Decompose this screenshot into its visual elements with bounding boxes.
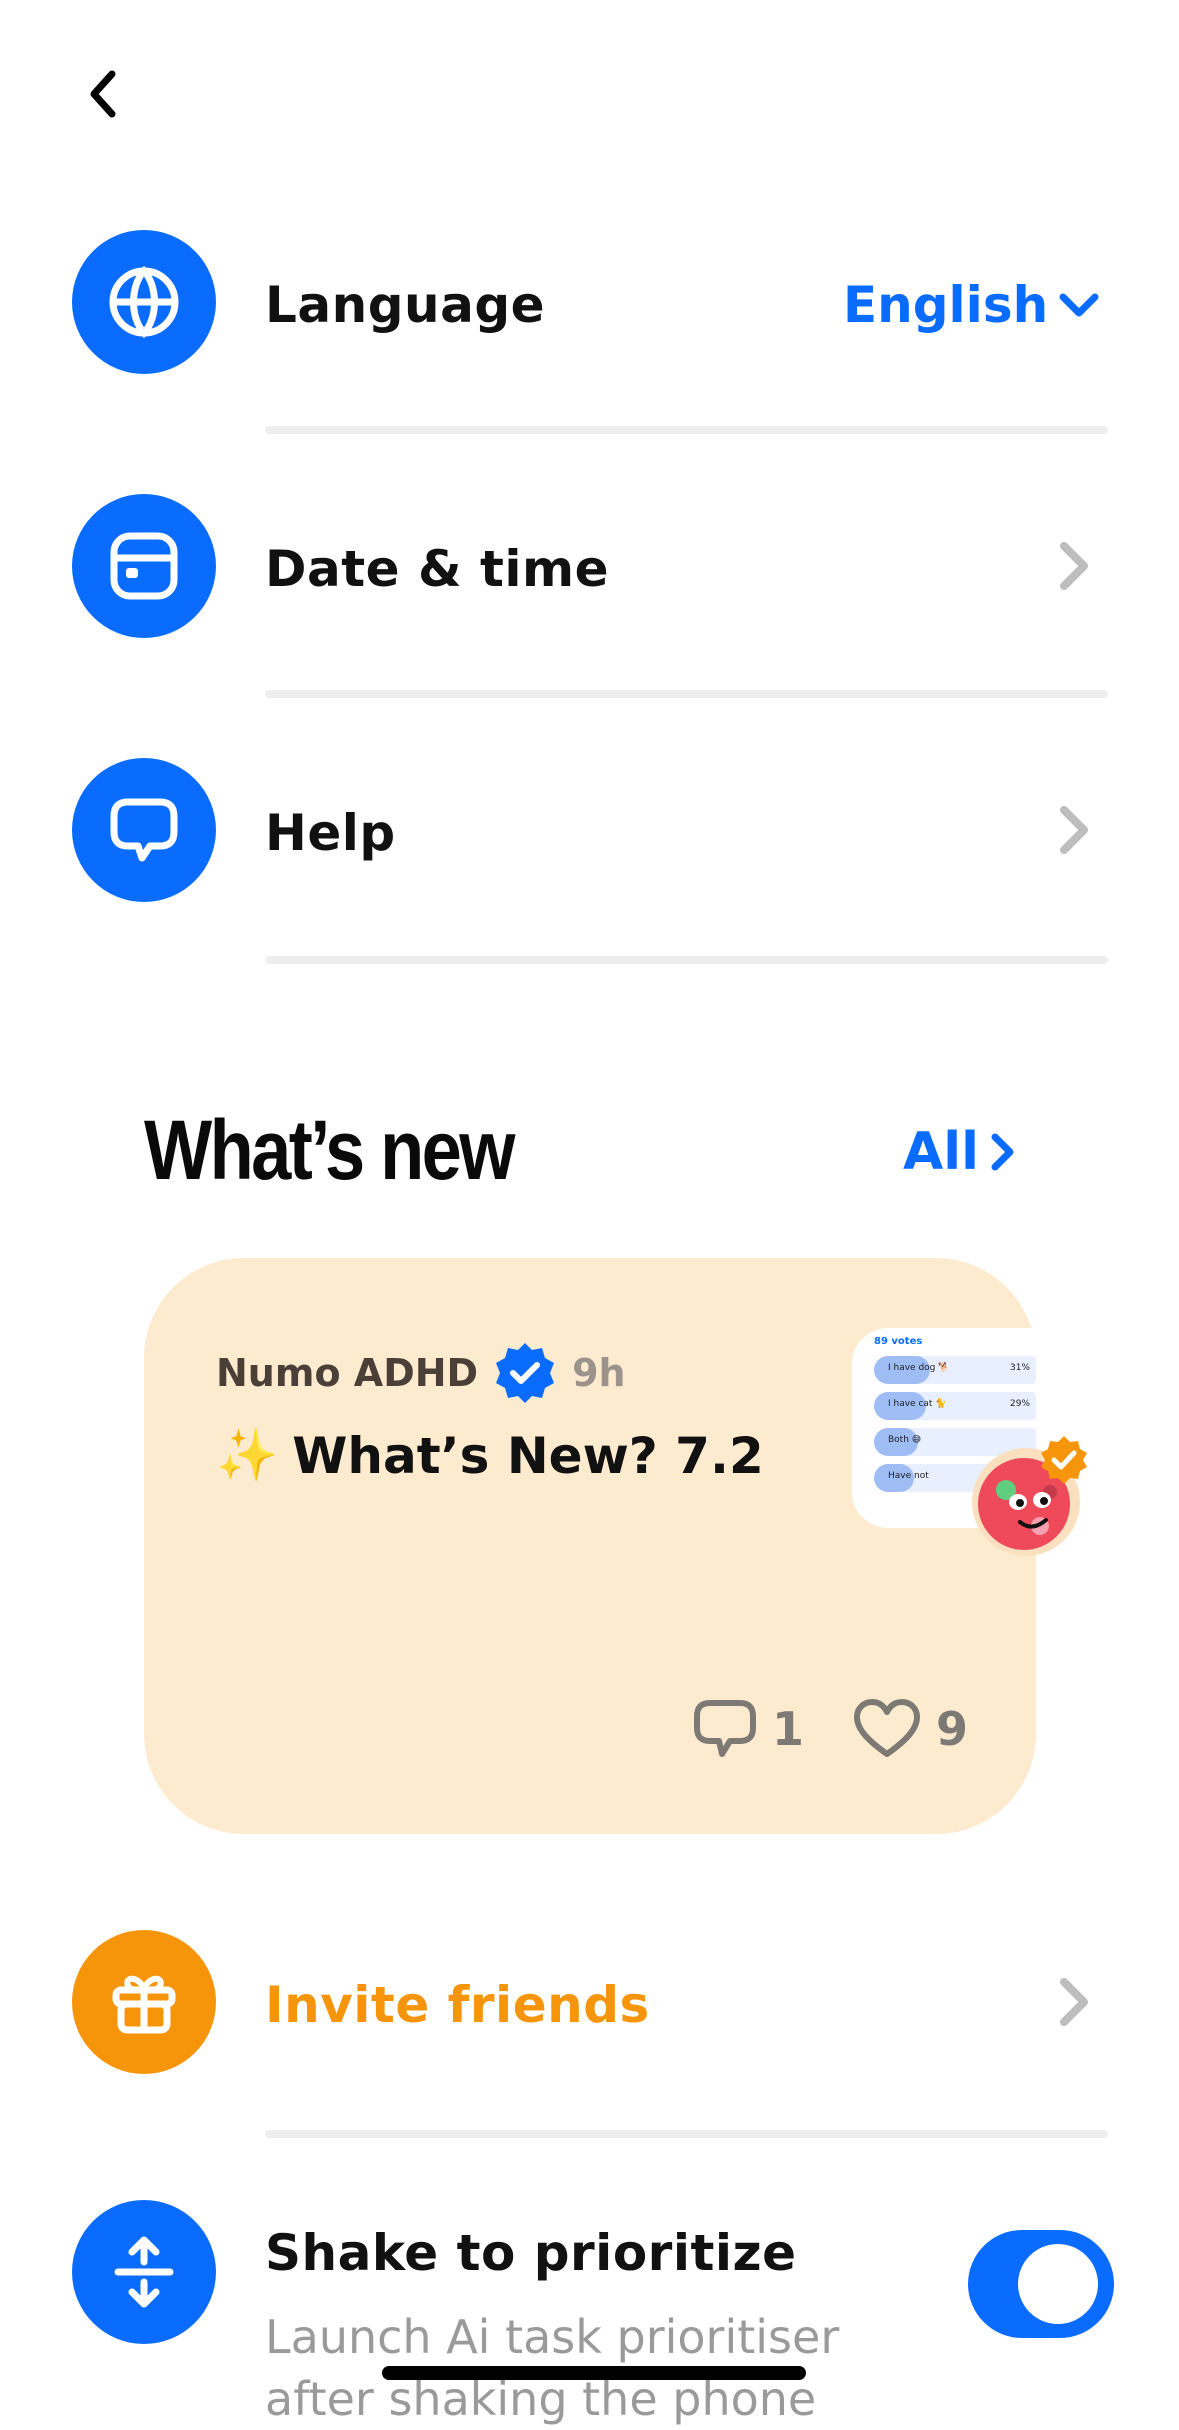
- shake-icon-badge: [72, 2200, 216, 2344]
- calendar-icon: [110, 532, 178, 600]
- globe-icon: [109, 265, 179, 339]
- home-indicator: [382, 2366, 806, 2380]
- invite-friends-row[interactable]: Invite friends: [0, 1930, 1179, 2080]
- toggle-knob: [1018, 2244, 1098, 2324]
- comments-count: 1: [772, 1702, 805, 1756]
- post-time: 9h: [572, 1351, 626, 1395]
- likes-stat[interactable]: 9: [852, 1698, 968, 1760]
- poll-votes: 89 votes: [874, 1336, 923, 1347]
- mascot-avatar: [972, 1436, 1087, 1556]
- divider: [265, 2130, 1108, 2138]
- help-label: Help: [265, 804, 396, 862]
- shake-to-prioritize-label: Shake to prioritize: [265, 2224, 797, 2282]
- heart-icon: [854, 1699, 921, 1757]
- speech-bubble-icon: [110, 798, 178, 862]
- back-button[interactable]: [72, 62, 136, 126]
- language-select[interactable]: English: [843, 276, 1100, 334]
- post-title-line: ✨ What’s New? 7.2: [216, 1426, 764, 1485]
- post-stats: 1 9: [692, 1698, 968, 1760]
- post-author: Numo ADHD: [216, 1351, 479, 1395]
- language-row[interactable]: Language English: [0, 230, 1179, 380]
- poll-option: I have dog 🐕 31%: [874, 1356, 1036, 1384]
- chevron-right-icon: [991, 1133, 1014, 1171]
- language-label: Language: [265, 276, 546, 334]
- all-label: All: [903, 1122, 979, 1182]
- invite-icon-badge: [72, 1930, 216, 2074]
- chevron-right-icon: [1060, 806, 1088, 854]
- post-title: What’s New? 7.2: [292, 1426, 764, 1485]
- comments-stat[interactable]: 1: [692, 1698, 804, 1760]
- date-time-row[interactable]: Date & time: [0, 494, 1179, 644]
- verified-badge-icon: [496, 1343, 555, 1403]
- divider: [265, 956, 1108, 964]
- help-icon-badge: [72, 758, 216, 902]
- shake-toggle[interactable]: [968, 2230, 1114, 2338]
- date-time-icon-badge: [72, 494, 216, 638]
- language-icon-badge: [72, 230, 216, 374]
- sparkles-icon: ✨: [216, 1426, 279, 1484]
- divider: [265, 426, 1108, 434]
- likes-count: 9: [936, 1702, 969, 1756]
- poll-option: I have cat 🐈 29%: [874, 1392, 1036, 1420]
- chevron-right-icon: [1060, 542, 1088, 590]
- chevron-right-icon: [1060, 1978, 1088, 2026]
- chevron-down-icon: [1059, 293, 1099, 317]
- chevron-left-icon: [90, 70, 116, 118]
- post-meta: Numo ADHD 9h: [216, 1340, 626, 1406]
- whats-new-all-link[interactable]: All: [903, 1122, 1017, 1182]
- gift-icon: [112, 1975, 176, 2034]
- language-value: English: [843, 276, 1049, 334]
- invite-friends-label: Invite friends: [265, 1976, 650, 2034]
- shake-arrows-icon: [114, 2236, 174, 2308]
- divider: [265, 690, 1108, 698]
- comment-icon: [694, 1700, 756, 1757]
- whats-new-title: What’s new: [144, 1103, 515, 1197]
- help-row[interactable]: Help: [0, 758, 1179, 908]
- whats-new-card[interactable]: Numo ADHD 9h ✨ What’s New? 7.2 89 votes …: [144, 1258, 1087, 1834]
- date-time-label: Date & time: [265, 540, 610, 598]
